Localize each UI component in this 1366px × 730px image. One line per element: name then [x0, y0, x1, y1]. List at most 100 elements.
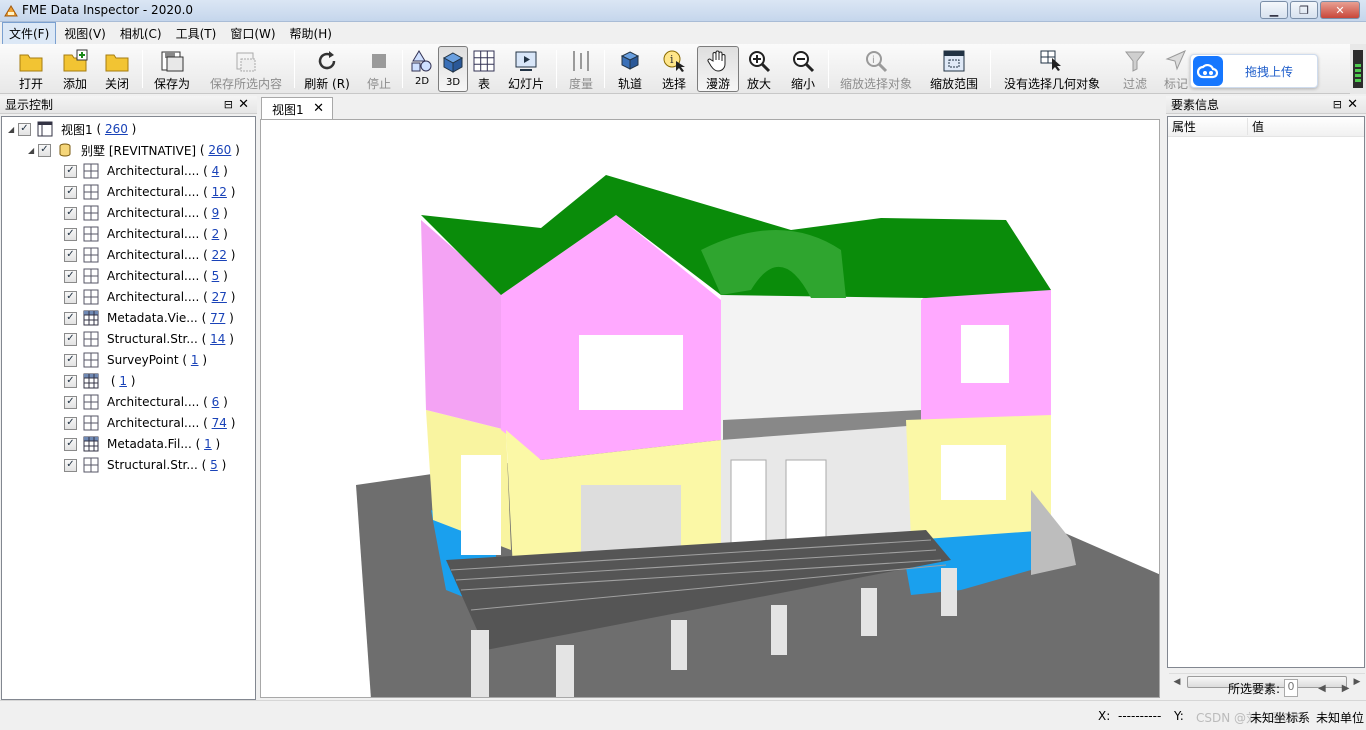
layer-row[interactable]: ✓ Structural.Str... ( 5 ): [64, 455, 226, 475]
menu-view[interactable]: 视图(V): [58, 23, 112, 44]
layer-row[interactable]: ✓ Architectural.... ( 12 ): [64, 182, 235, 202]
layer-checkbox[interactable]: ✓: [64, 206, 77, 220]
mark-button[interactable]: 标记: [1164, 46, 1188, 92]
maximize-button[interactable]: ❐: [1290, 1, 1318, 19]
layer-checkbox[interactable]: ✓: [64, 269, 77, 283]
layer-count-link[interactable]: 6: [212, 395, 220, 409]
menu-window[interactable]: 窗口(W): [224, 23, 281, 44]
view-3d-button[interactable]: 3D: [438, 46, 468, 92]
expand-triangle-icon[interactable]: ◢: [8, 125, 18, 134]
root-checkbox[interactable]: ✓: [18, 122, 31, 136]
filter-button[interactable]: 过滤: [1118, 46, 1152, 92]
layer-checkbox[interactable]: ✓: [64, 374, 77, 388]
layer-checkbox[interactable]: ✓: [64, 227, 77, 241]
tree-dataset-row[interactable]: ◢ ✓ 别墅 [REVITNATIVE] ( 260 ): [28, 140, 240, 160]
layer-row[interactable]: ✓ Metadata.Vie... ( 77 ): [64, 308, 234, 328]
layer-row[interactable]: ✓ Architectural.... ( 22 ): [64, 245, 235, 265]
house-3d-model[interactable]: [261, 120, 1160, 698]
layer-count-link[interactable]: 74: [212, 416, 227, 430]
layer-count-link[interactable]: 14: [210, 332, 225, 346]
layer-count-link[interactable]: 77: [210, 311, 225, 325]
close-button[interactable]: 关闭: [100, 46, 134, 92]
folder-icon: [19, 54, 43, 71]
layer-row[interactable]: ✓ Structural.Str... ( 14 ): [64, 329, 234, 349]
stop-button[interactable]: 停止: [362, 46, 396, 92]
layer-count-link[interactable]: 9: [212, 206, 220, 220]
layer-checkbox[interactable]: ✓: [64, 248, 77, 262]
save-selected-button[interactable]: 保存所选内容: [206, 46, 286, 92]
prev-feature-icon[interactable]: ◀: [1318, 683, 1326, 694]
save-as-button[interactable]: 保存为: [150, 46, 194, 92]
add-button[interactable]: 添加: [58, 46, 92, 92]
view-2d-button[interactable]: 2D: [408, 46, 436, 92]
dataset-checkbox[interactable]: ✓: [38, 143, 51, 157]
layer-count-link[interactable]: 5: [212, 269, 220, 283]
no-geometry-label: 没有选择几何对象: [1003, 77, 1100, 91]
select-button[interactable]: i 选择: [658, 46, 690, 92]
layer-count-link[interactable]: 22: [212, 248, 227, 262]
layer-count-link[interactable]: 1: [191, 353, 199, 367]
layer-checkbox[interactable]: ✓: [64, 311, 77, 325]
layer-row[interactable]: ✓ Architectural.... ( 27 ): [64, 287, 235, 307]
layer-count-link[interactable]: 5: [210, 458, 218, 472]
cloud-upload-widget[interactable]: 拖拽上传: [1190, 54, 1318, 88]
layer-count-link[interactable]: 2: [212, 227, 220, 241]
col-attribute[interactable]: 属性: [1168, 118, 1248, 135]
layer-count-link[interactable]: 27: [212, 290, 227, 304]
minimize-button[interactable]: ▁: [1260, 1, 1288, 19]
next-feature-icon[interactable]: ▶: [1342, 683, 1350, 694]
no-geometry-button[interactable]: 没有选择几何对象: [1002, 46, 1102, 92]
root-count-link[interactable]: 260: [105, 122, 128, 136]
layer-checkbox[interactable]: ✓: [64, 164, 77, 178]
layer-count-link[interactable]: 1: [119, 374, 127, 388]
close-window-button[interactable]: ✕: [1320, 1, 1360, 19]
layer-checkbox[interactable]: ✓: [64, 458, 77, 472]
menu-tools[interactable]: 工具(T): [170, 23, 223, 44]
pin-icon[interactable]: ⊟: [1333, 98, 1342, 111]
zoom-selected-button[interactable]: i 缩放选择对象: [838, 46, 914, 92]
layer-row[interactable]: ✓ ( 1 ): [64, 371, 135, 391]
orbit-button[interactable]: 轨道: [614, 46, 646, 92]
measure-button[interactable]: 度量: [566, 46, 596, 92]
layer-checkbox[interactable]: ✓: [64, 437, 77, 451]
layer-checkbox[interactable]: ✓: [64, 185, 77, 199]
layer-row[interactable]: ✓ Metadata.Fil... ( 1 ): [64, 434, 220, 454]
refresh-button[interactable]: 刷新 (R): [302, 46, 352, 92]
menu-file[interactable]: 文件(F): [2, 21, 57, 45]
layer-count-link[interactable]: 1: [204, 437, 212, 451]
layer-checkbox[interactable]: ✓: [64, 290, 77, 304]
zoom-extent-button[interactable]: 缩放范围: [928, 46, 980, 92]
layer-count-link[interactable]: 12: [212, 185, 227, 199]
layer-row[interactable]: ✓ Architectural.... ( 6 ): [64, 392, 228, 412]
layer-checkbox[interactable]: ✓: [64, 416, 77, 430]
layer-row[interactable]: ✓ Architectural.... ( 4 ): [64, 161, 228, 181]
dataset-count-link[interactable]: 260: [208, 143, 231, 157]
menu-help[interactable]: 帮助(H): [284, 23, 338, 44]
close-panel-icon[interactable]: ✕: [238, 97, 249, 112]
tree-root-row[interactable]: ◢ ✓ 视图1 ( 260 ): [8, 119, 136, 139]
layer-checkbox[interactable]: ✓: [64, 353, 77, 367]
zoom-in-button[interactable]: 放大: [744, 46, 774, 92]
menu-camera[interactable]: 相机(C): [114, 23, 168, 44]
expand-triangle-icon[interactable]: ◢: [28, 146, 38, 155]
layer-count-link[interactable]: 4: [212, 164, 220, 178]
layer-checkbox[interactable]: ✓: [64, 395, 77, 409]
zoom-selected-icon: i: [866, 50, 888, 72]
slideshow-button[interactable]: 幻灯片: [506, 46, 546, 92]
open-button[interactable]: 打开: [14, 46, 48, 92]
table-button[interactable]: 表: [470, 46, 498, 92]
layer-row[interactable]: ✓ Architectural.... ( 5 ): [64, 266, 228, 286]
close-panel-icon[interactable]: ✕: [1347, 97, 1358, 112]
zoom-out-button[interactable]: 缩小: [788, 46, 818, 92]
layer-row[interactable]: ✓ Architectural.... ( 2 ): [64, 224, 228, 244]
tab-view1[interactable]: 视图1 ✕: [261, 97, 333, 120]
layer-row[interactable]: ✓ Architectural.... ( 9 ): [64, 203, 228, 223]
pan-button[interactable]: 漫游: [697, 46, 739, 92]
pin-icon[interactable]: ⊟: [224, 98, 233, 111]
col-value[interactable]: 值: [1248, 118, 1264, 135]
layer-checkbox[interactable]: ✓: [64, 332, 77, 346]
3d-viewport[interactable]: [260, 119, 1160, 698]
layer-row[interactable]: ✓ SurveyPoint ( 1 ): [64, 350, 207, 370]
layer-row[interactable]: ✓ Architectural.... ( 74 ): [64, 413, 235, 433]
close-tab-icon[interactable]: ✕: [313, 101, 324, 116]
